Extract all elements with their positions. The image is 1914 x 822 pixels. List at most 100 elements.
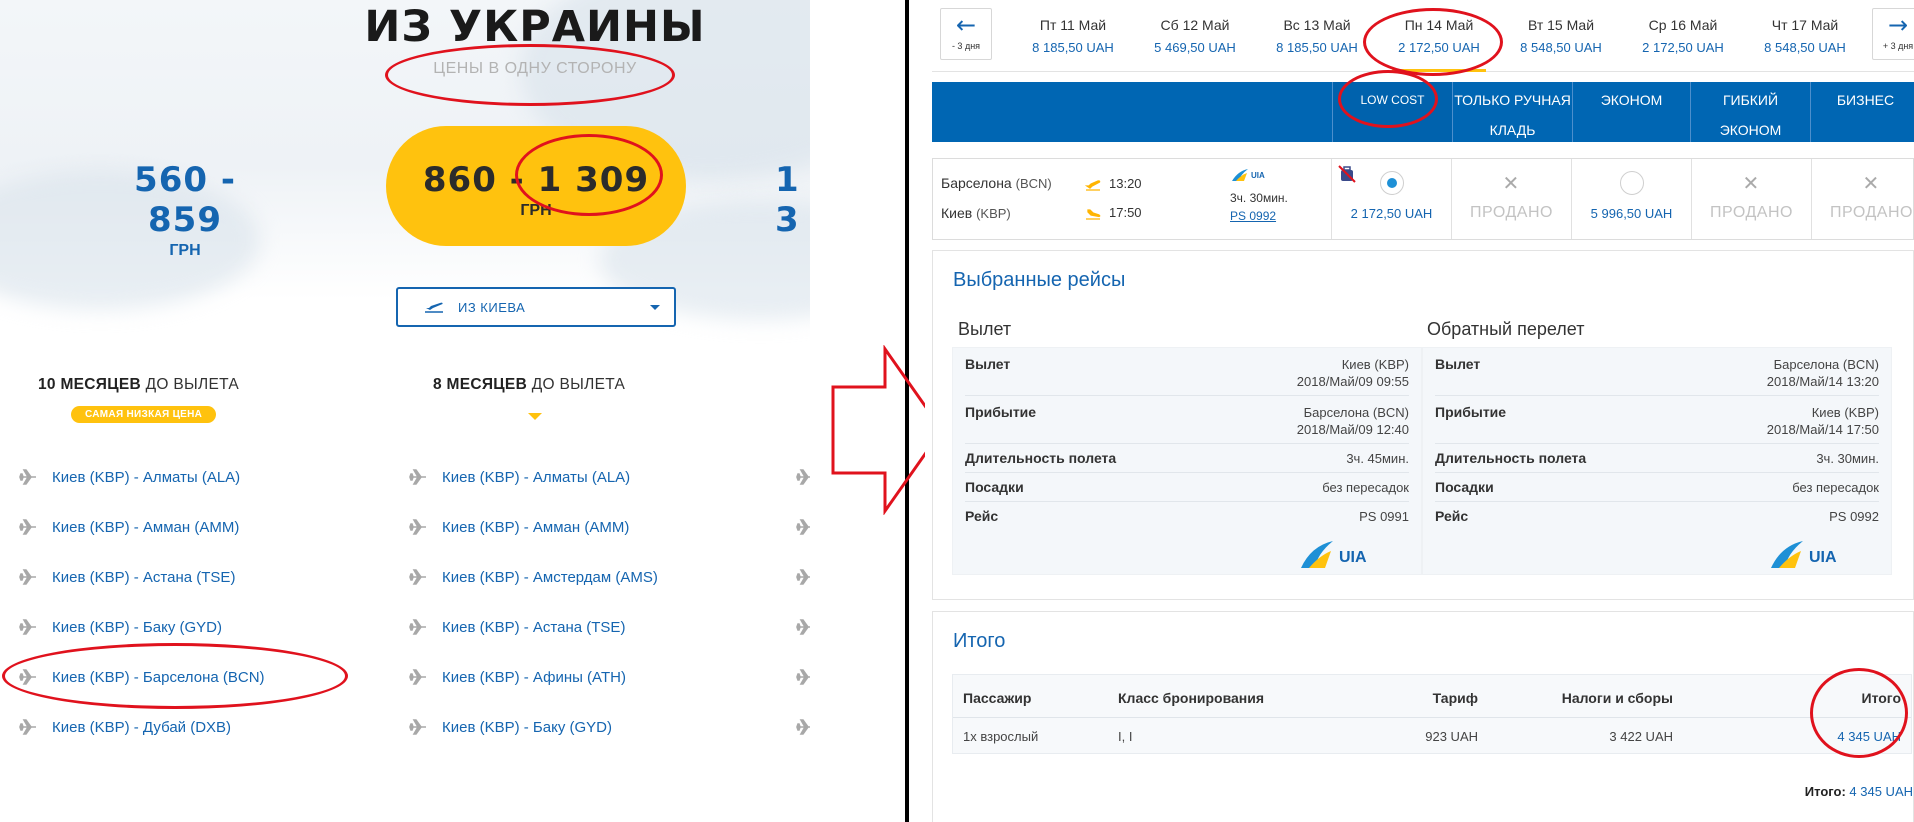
departure-time: 13:20 bbox=[1109, 176, 1142, 191]
fare-radio[interactable] bbox=[1619, 171, 1644, 195]
route-item-highlighted[interactable]: Киев (KBP) - Барселона (BCN) bbox=[0, 652, 342, 702]
fare-class-hand-luggage[interactable]: ТОЛЬКО РУЧНАЯ КЛАДЬ bbox=[1452, 82, 1572, 142]
column-header-fare: Тариф bbox=[1432, 690, 1478, 706]
route-item[interactable]: Киев (KBP) - Дубай (DXB) bbox=[18, 702, 265, 752]
route-label: Киев (KBP) - Астана (TSE) bbox=[442, 618, 626, 636]
route-item[interactable]: Киев (KBP) - Амман (AMM) bbox=[18, 502, 265, 552]
next-days-button[interactable]: → + 3 дня bbox=[1872, 8, 1914, 60]
fare-cell-economy[interactable]: 5 996,50 UAH bbox=[1571, 159, 1691, 239]
grand-total-value: 4 345 UAH bbox=[1849, 784, 1913, 799]
origin-select[interactable]: ИЗ КИЕВА bbox=[396, 287, 676, 327]
prev-days-button[interactable]: ← - 3 дня bbox=[940, 8, 992, 60]
detail-value: PS 0991 bbox=[1359, 509, 1409, 524]
column-heading-10-months[interactable]: 10 МЕСЯЦЕВ ДО ВЫЛЕТА bbox=[38, 376, 239, 394]
date-price: 2 172,50 UAH bbox=[1642, 40, 1724, 55]
route-item[interactable]: Киев (KBP) - Амман (AMM) bbox=[408, 502, 658, 552]
route-item[interactable]: Киев (KBP) - Алматы (ALA) bbox=[408, 452, 658, 502]
date-price: 8 548,50 UAH bbox=[1520, 40, 1602, 55]
selected-flights-panel: Выбранные рейсы Вылет Вылет Киев (KBP) 20… bbox=[932, 250, 1914, 600]
detail-row-flight: Рейс PS 0992 UIA bbox=[1435, 502, 1879, 574]
date-option[interactable]: Ср 16 Май 2 172,50 UAH bbox=[1622, 17, 1744, 55]
fare-radio-selected[interactable] bbox=[1379, 171, 1404, 195]
route-item[interactable]: Киев (KBP) - Амстердам (AMS) bbox=[408, 552, 658, 602]
route-item[interactable] bbox=[795, 702, 810, 752]
arrow-right-icon: → bbox=[1887, 11, 1909, 39]
detail-row-stops: Посадки без пересадок bbox=[965, 473, 1409, 502]
plane-icon bbox=[409, 519, 426, 535]
column-header-booking-class: Класс бронирования bbox=[1118, 690, 1265, 706]
flight-row: Барселона (BCN) Киев (KBP) 13:20 17:50 U… bbox=[932, 158, 1914, 240]
fare-class-header: LOW COST ТОЛЬКО РУЧНАЯ КЛАДЬ ЭКОНОМ ГИБК… bbox=[932, 82, 1914, 142]
detail-value: без пересадок bbox=[1322, 480, 1409, 495]
route-item[interactable]: Киев (KBP) - Алматы (ALA) bbox=[18, 452, 265, 502]
grand-total: Итого: 4 345 UAH bbox=[1805, 784, 1913, 799]
return-details: Вылет Барселона (BCN) 2018/Май/14 13:20 П… bbox=[1422, 347, 1892, 575]
detail-value: Барселона (BCN) 2018/Май/14 13:20 bbox=[1766, 357, 1879, 389]
price-range-value: 1 3 bbox=[775, 160, 800, 240]
fare-cell-flex-economy: ✕ ПРОДАНО bbox=[1691, 159, 1811, 239]
date-option[interactable]: Пт 11 Май 8 185,50 UAH bbox=[1012, 17, 1134, 55]
plane-icon bbox=[19, 519, 36, 535]
lowest-price-badge: САМАЯ НИЗКАЯ ЦЕНА bbox=[71, 406, 217, 423]
detail-row-stops: Посадки без пересадок bbox=[1435, 473, 1879, 502]
plane-icon bbox=[409, 619, 426, 635]
date-option[interactable]: Вс 13 Май 8 185,50 UAH bbox=[1256, 17, 1378, 55]
route-item[interactable]: Киев (KBP) - Астана (TSE) bbox=[408, 602, 658, 652]
date-option[interactable]: Сб 12 Май 5 469,50 UAH bbox=[1134, 17, 1256, 55]
route-item[interactable] bbox=[795, 602, 810, 652]
date-option-selected[interactable]: Пн 14 Май 2 172,50 UAH bbox=[1378, 17, 1500, 72]
route-item[interactable] bbox=[795, 652, 810, 702]
no-luggage-icon bbox=[1338, 165, 1356, 183]
route-item[interactable] bbox=[795, 452, 810, 502]
date-price: 8 548,50 UAH bbox=[1764, 40, 1846, 55]
flight-number-link[interactable]: PS 0992 bbox=[1230, 209, 1276, 223]
detail-key: Посадки bbox=[1435, 479, 1494, 495]
fare-price: 2 172,50 UAH bbox=[1350, 206, 1433, 221]
date-label: Ср 16 Май bbox=[1648, 17, 1718, 33]
plane-icon bbox=[19, 669, 36, 685]
plane-icon bbox=[19, 719, 36, 735]
plane-icon bbox=[19, 619, 36, 635]
route-label: Киев (KBP) - Дубай (DXB) bbox=[52, 718, 232, 736]
route-item[interactable]: Киев (KBP) - Астана (TSE) bbox=[18, 552, 265, 602]
fare-class-lowcost[interactable]: LOW COST bbox=[1332, 82, 1452, 142]
route-item[interactable]: Киев (KBP) - Баку (GYD) bbox=[408, 702, 658, 752]
date-option[interactable]: Чт 17 Май 8 548,50 UAH bbox=[1744, 17, 1866, 55]
uia-logo: UIA bbox=[1301, 541, 1367, 568]
uia-logo-text: UIA bbox=[1809, 549, 1837, 566]
price-range-3[interactable]: 1 3 bbox=[775, 160, 810, 240]
route-item[interactable] bbox=[795, 552, 810, 602]
uia-logo: UIA bbox=[1771, 541, 1837, 568]
date-label: Сб 12 Май bbox=[1160, 17, 1230, 33]
route-item[interactable] bbox=[795, 502, 810, 552]
detail-key: Вылет bbox=[1435, 356, 1481, 372]
sold-out-label: ПРОДАНО bbox=[1830, 204, 1913, 221]
fare-class-economy[interactable]: ЭКОНОМ bbox=[1572, 82, 1690, 142]
flight-origin: Барселона (BCN) bbox=[941, 175, 1052, 191]
plane-icon bbox=[796, 569, 810, 585]
detail-value: PS 0992 bbox=[1829, 509, 1879, 524]
column-header-total: Итого bbox=[1861, 690, 1901, 706]
price-range-2-selected[interactable]: 860 - 1 309 ГРН bbox=[386, 126, 686, 246]
price-range-1[interactable]: 560 - 859 ГРН bbox=[95, 160, 275, 260]
fare-cell-hand-luggage: ✕ ПРОДАНО bbox=[1451, 159, 1571, 239]
column-heading-8-months[interactable]: 8 МЕСЯЦЕВ ДО ВЫЛЕТА bbox=[433, 376, 625, 394]
route-item[interactable]: Киев (KBP) - Афины (ATH) bbox=[408, 652, 658, 702]
fare-class-flex-economy[interactable]: ГИБКИЙ ЭКОНОМ bbox=[1690, 82, 1810, 142]
prev-days-label: - 3 дня bbox=[951, 41, 981, 51]
date-label: Пн 14 Май bbox=[1404, 17, 1474, 33]
date-option[interactable]: Вт 15 Май 8 548,50 UAH bbox=[1500, 17, 1622, 55]
route-label: Киев (KBP) - Баку (GYD) bbox=[442, 718, 613, 736]
date-selector: ← - 3 дня Пт 11 Май 8 185,50 UAH Сб 12 М… bbox=[932, 0, 1914, 72]
fare-class-business[interactable]: БИЗНЕС bbox=[1810, 82, 1914, 142]
date-price: 8 185,50 UAH bbox=[1276, 40, 1358, 55]
destination-city: Киев bbox=[941, 205, 973, 221]
detail-row-departure: Вылет Барселона (BCN) 2018/Май/14 13:20 bbox=[1435, 348, 1879, 396]
detail-key: Рейс bbox=[1435, 508, 1469, 524]
chevron-down-icon bbox=[650, 305, 660, 310]
cell-total: 4 345 UAH bbox=[1837, 729, 1901, 744]
detail-value: Киев (KBP) 2018/Май/14 17:50 bbox=[1766, 405, 1879, 437]
route-item[interactable]: Киев (KBP) - Баку (GYD) bbox=[18, 602, 265, 652]
origin-city: Барселона bbox=[941, 175, 1012, 191]
months-suffix: ДО ВЫЛЕТА bbox=[145, 376, 240, 393]
